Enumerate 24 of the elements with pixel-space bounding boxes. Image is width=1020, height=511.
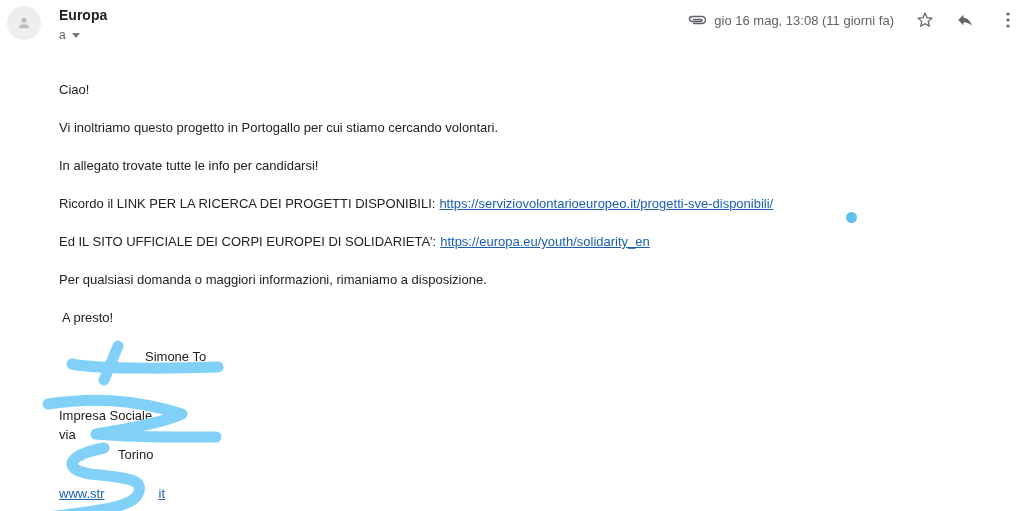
cursor-dot xyxy=(846,212,857,223)
recipient-label: a xyxy=(59,28,66,42)
link[interactable]: https://europa.eu/youth/solidarity_en xyxy=(440,234,650,249)
signature-text: Torino xyxy=(118,446,154,462)
message-text: Ciao! xyxy=(59,82,90,97)
message-text: A presto! xyxy=(60,310,114,325)
sender-name: Europa xyxy=(59,6,109,24)
link[interactable]: it xyxy=(158,485,165,501)
message-text: Per qualsiasi domanda o maggiori informazioni, rimaniamo a disposizione. xyxy=(59,272,487,287)
signature-text: Impresa Sociale xyxy=(59,407,153,423)
message-text: Ricordo il LINK PER LA RICERCA DEI PROGETTI DISPONIBILI: xyxy=(59,196,436,211)
signature-text: Simone To xyxy=(145,349,207,364)
date-text: gio 16 mag, 13:08 (11 giorni fa) xyxy=(714,12,894,28)
more-icon[interactable] xyxy=(1006,12,1010,28)
star-icon[interactable] xyxy=(916,11,934,29)
signature-text: via xyxy=(59,427,76,442)
avatar-icon xyxy=(7,6,41,40)
paperclip-icon xyxy=(688,15,707,25)
link[interactable]: www.str xyxy=(59,485,105,501)
message-text: In allegato trovate tutte le info per candidarsi! xyxy=(59,158,319,173)
message-text: Ed IL SITO UFFICIALE DEI CORPI EUROPEI DI SOLIDARIETA': xyxy=(59,234,437,249)
link[interactable]: https://serviziovolontarioeuropeo.it/progetti-sve-disponibili/ xyxy=(439,196,774,211)
message-text: Vi inoltriamo questo progetto in Portogallo per cui stiamo cercando volontari. xyxy=(59,120,499,135)
caret-icon[interactable] xyxy=(71,32,80,38)
